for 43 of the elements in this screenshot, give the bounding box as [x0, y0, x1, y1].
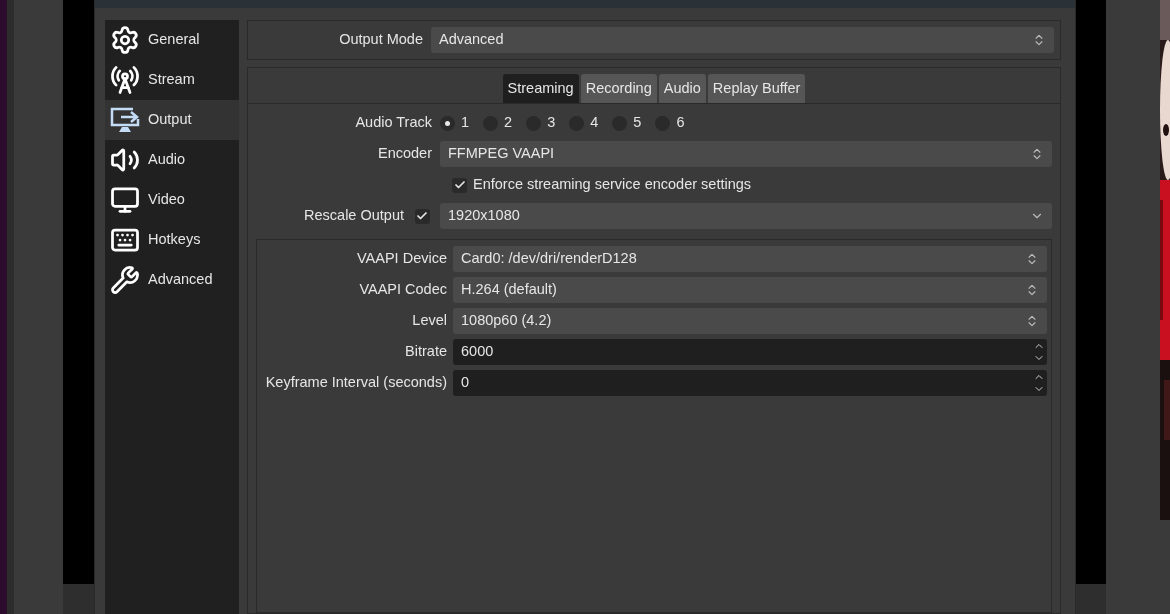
sidebar-item[interactable]: General	[105, 20, 239, 60]
number-field[interactable]: 0	[453, 370, 1047, 396]
radio-button[interactable]: 3	[526, 112, 556, 134]
sidebar-item[interactable]: Stream	[105, 60, 239, 100]
dropdown[interactable]: Card0: /dev/dri/renderD128	[453, 246, 1047, 272]
field-label: Output Mode	[338, 30, 423, 50]
field-label: Keyframe Interval (seconds)	[264, 373, 447, 393]
radio-button[interactable]: 6	[655, 112, 685, 134]
radio-button[interactable]: 1	[440, 112, 470, 134]
tab[interactable]: Audio	[658, 74, 706, 103]
tab[interactable]: Recording	[580, 74, 657, 103]
resolution-dropdown[interactable]: 1920x1080	[440, 203, 1052, 229]
field-label: Audio Track	[354, 113, 432, 133]
gear-icon	[110, 25, 140, 55]
tab[interactable]: Streaming	[502, 74, 579, 103]
field-label: VAAPI Device	[356, 249, 447, 269]
tab[interactable]: Replay Buffer	[707, 74, 806, 103]
checkbox[interactable]	[452, 177, 467, 193]
field-label: Bitrate	[404, 342, 447, 362]
wrench-icon	[110, 265, 140, 295]
antenna-icon	[110, 65, 140, 95]
field-label: VAAPI Codec	[358, 280, 447, 300]
sidebar-item[interactable]: Video	[105, 180, 239, 220]
sidebar-item[interactable]: Advanced	[105, 260, 239, 300]
radio-button[interactable]: 2	[483, 112, 513, 134]
up-down-arrows-icon	[1025, 252, 1039, 266]
dropdown[interactable]: 1080p60 (4.2)	[453, 308, 1047, 334]
checkbox-label: Enforce streaming service encoder settings	[473, 175, 752, 195]
radio-button[interactable]: 5	[612, 112, 642, 134]
sidebar-item[interactable]: Output	[105, 100, 239, 140]
monitor-icon	[110, 185, 140, 215]
field-label: Rescale Output	[303, 206, 404, 226]
field-label: Encoder	[377, 144, 432, 164]
checkbox[interactable]	[414, 208, 430, 224]
output-mode-dropdown[interactable]: Advanced	[431, 27, 1054, 53]
radio-button[interactable]: 4	[569, 112, 599, 134]
field-label: Level	[411, 311, 447, 331]
sidebar-item[interactable]: Audio	[105, 140, 239, 180]
dropdown[interactable]: H.264 (default)	[453, 277, 1047, 303]
number-field[interactable]: 6000	[453, 339, 1047, 365]
sidebar-item[interactable]: Hotkeys	[105, 220, 239, 260]
monitor-arrow-icon	[109, 106, 141, 134]
encoder-dropdown[interactable]: FFMPEG VAAPI	[440, 141, 1052, 167]
